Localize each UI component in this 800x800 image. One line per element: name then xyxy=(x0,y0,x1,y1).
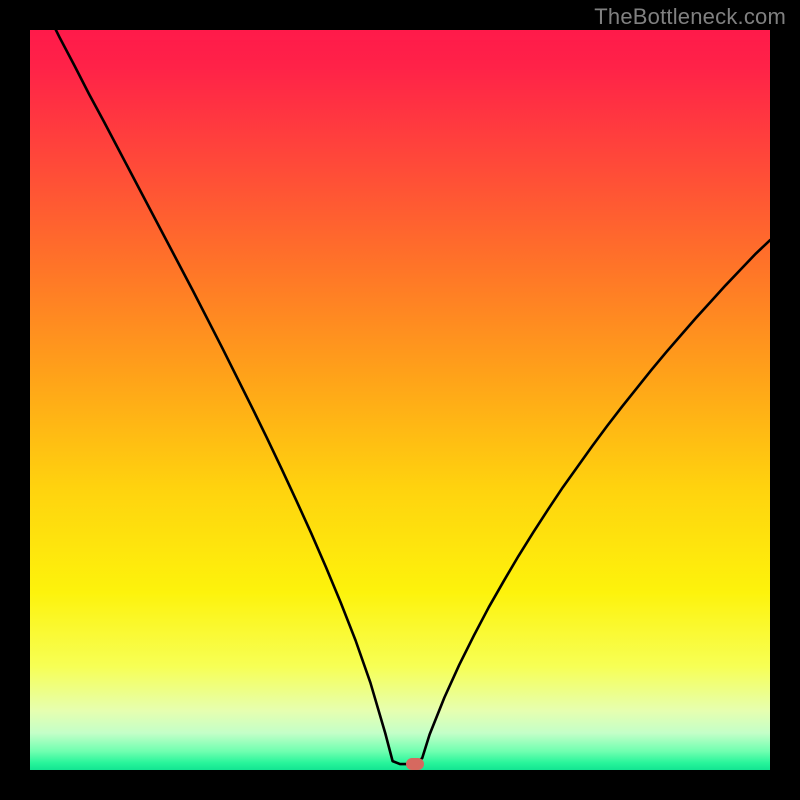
plot-area xyxy=(30,30,770,770)
chart-frame: TheBottleneck.com xyxy=(0,0,800,800)
minimum-marker xyxy=(406,758,424,770)
curve-svg xyxy=(30,30,770,770)
bottleneck-curve xyxy=(30,30,770,764)
watermark-text: TheBottleneck.com xyxy=(594,4,786,30)
